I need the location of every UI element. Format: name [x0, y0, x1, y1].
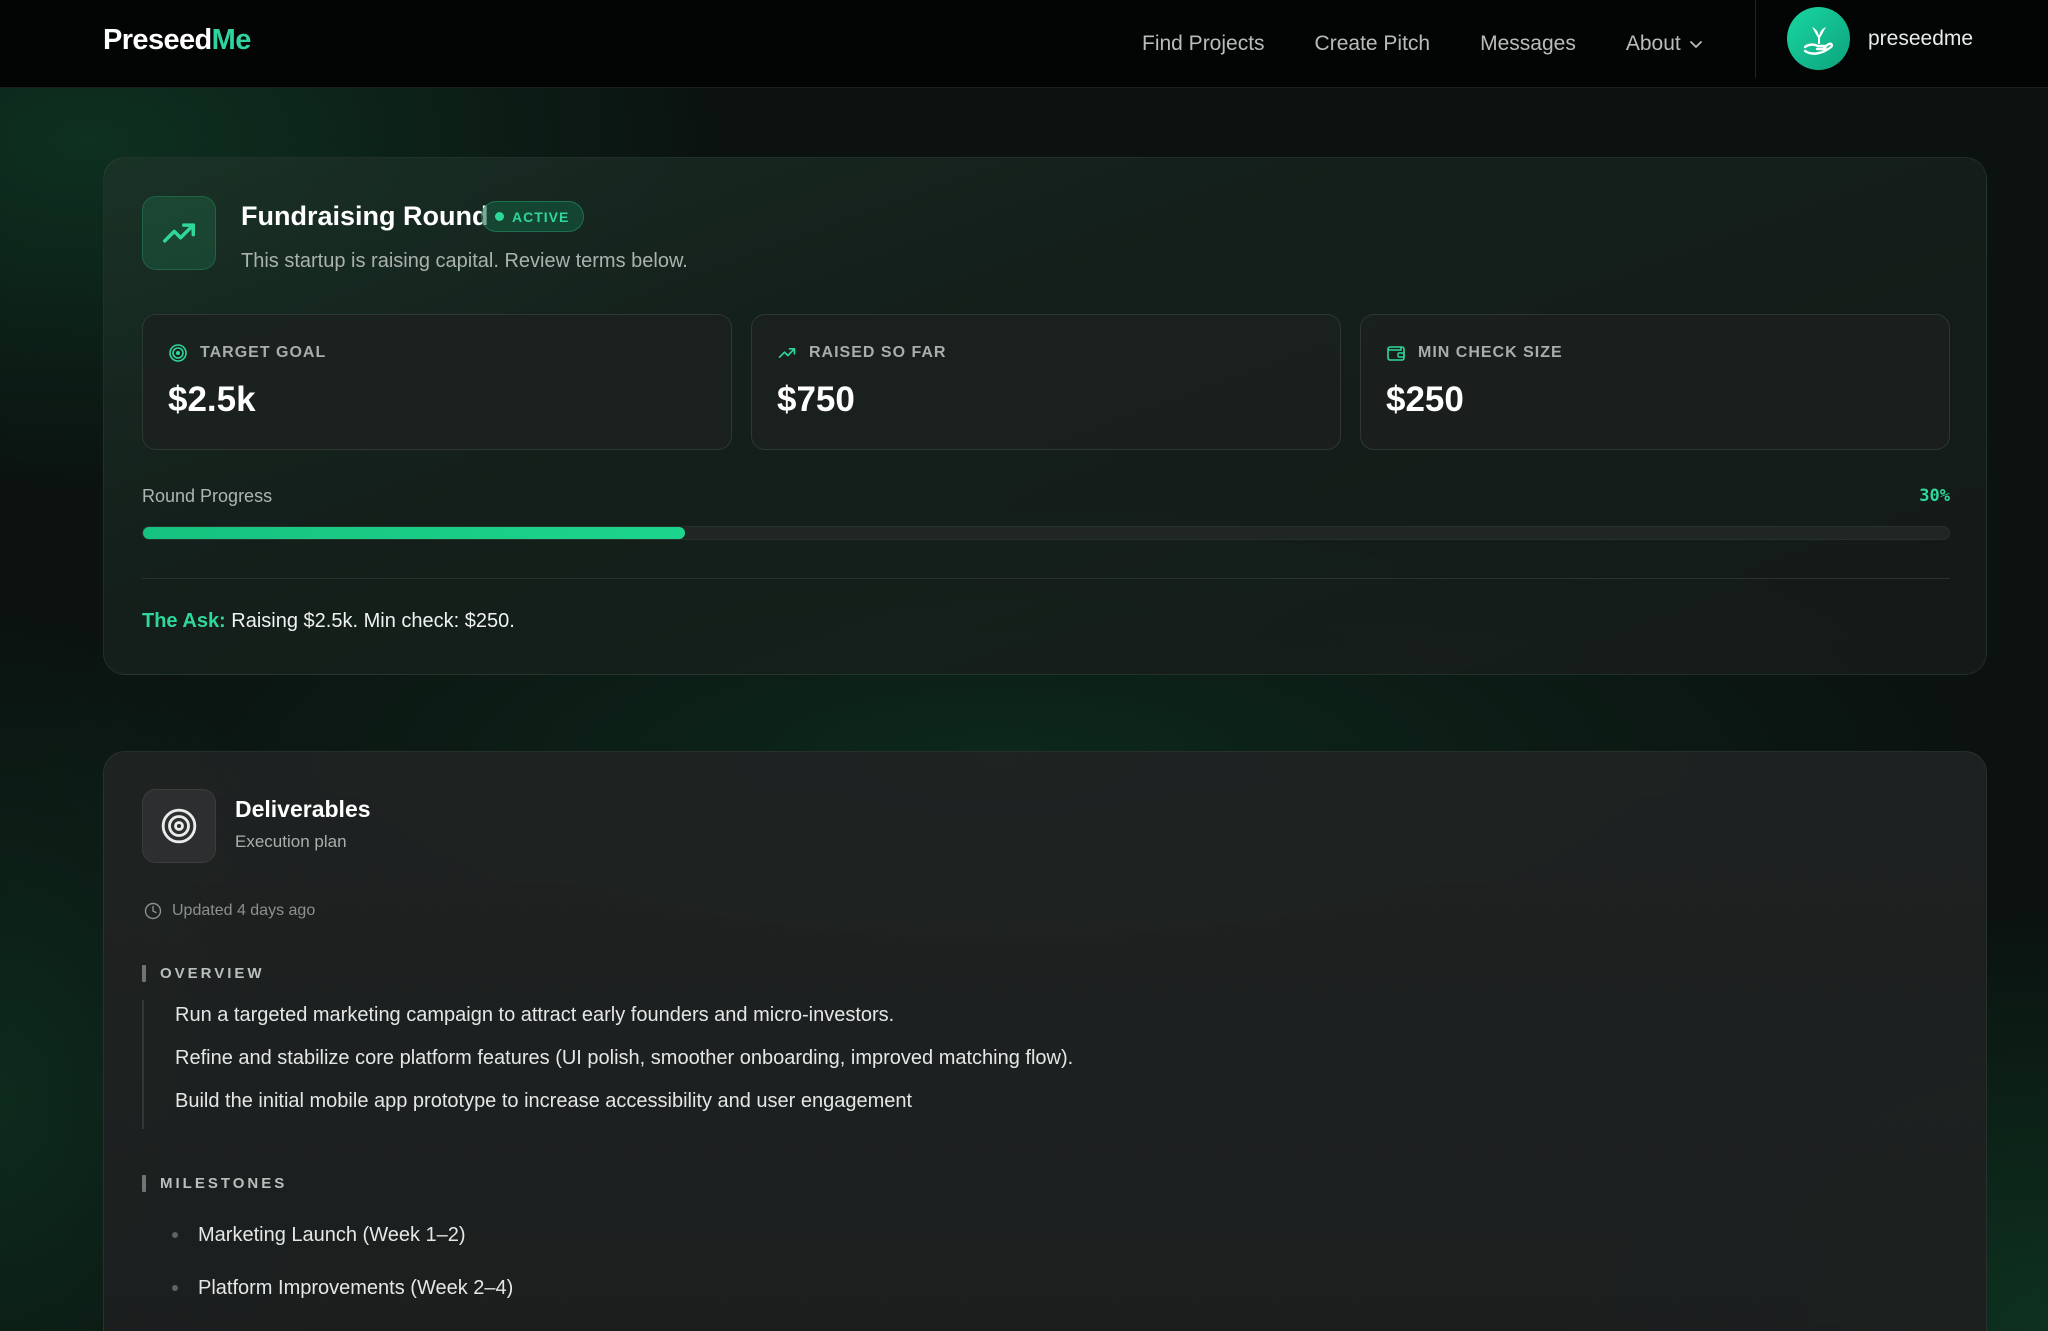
logo-text: Preseed [103, 24, 212, 56]
progress-label: Round Progress [142, 486, 273, 506]
stat-label: TARGET GOAL [200, 344, 327, 361]
nav-find-projects[interactable]: Find Projects [1142, 24, 1265, 64]
heading-bar [142, 1175, 146, 1192]
milestones-heading: MILESTONES [142, 1175, 287, 1192]
list-item: Marketing Launch (Week 1–2) [172, 1220, 513, 1250]
milestones-list: Marketing Launch (Week 1–2) Platform Imp… [172, 1220, 513, 1326]
status-badge-label: ACTIVE [512, 208, 570, 225]
ask-key: The Ask: [142, 610, 226, 632]
stat-raised-so-far: RAISED SO FAR $750 [751, 314, 1341, 450]
updated-timestamp: Updated 4 days ago [144, 902, 315, 920]
top-nav: PreseedMe Find Projects Create Pitch Mes… [0, 0, 2048, 88]
progress-bar [142, 526, 1950, 540]
logo-accent-text: Me [211, 24, 252, 56]
divider [142, 578, 1950, 579]
stat-label-row: TARGET GOAL [168, 343, 326, 363]
deliverables-icon-box [142, 789, 216, 863]
trending-up-icon [163, 223, 195, 243]
deliverables-title: Deliverables [235, 796, 371, 822]
milestone-text: Marketing Launch (Week 1–2) [198, 1224, 466, 1246]
stat-value: $250 [1386, 380, 1464, 419]
seedling-hand-icon [1803, 26, 1833, 55]
heading-bar [142, 965, 146, 982]
chevron-down-icon [1689, 41, 1702, 48]
username[interactable]: preseedme [1868, 20, 1973, 58]
nav-about-label: About [1625, 32, 1681, 55]
ask-text: Raising $2.5k. Min check: $250. [225, 610, 515, 632]
stat-value: $2.5k [168, 380, 256, 419]
list-item: Refine and stabilize core platform featu… [175, 1047, 1074, 1069]
overview-heading: OVERVIEW [142, 965, 265, 982]
stat-min-check-size: MIN CHECK SIZE $250 [1360, 314, 1950, 450]
wallet-icon [1387, 346, 1405, 361]
target-icon [161, 808, 197, 844]
stat-target-goal: TARGET GOAL $2.5k [142, 314, 732, 450]
overview-heading-label: OVERVIEW [160, 965, 265, 982]
milestone-text: Platform Improvements (Week 2–4) [198, 1277, 514, 1299]
bullet [172, 1285, 178, 1291]
deliverables-subtitle: Execution plan [235, 832, 347, 851]
updated-text: Updated 4 days ago [172, 902, 316, 919]
fundraising-title: Fundraising Round [241, 201, 489, 231]
clock-icon [144, 902, 162, 920]
nav-messages[interactable]: Messages [1480, 24, 1576, 64]
nav-links: Find Projects Create Pitch Messages Abou… [1142, 24, 1703, 64]
milestones-heading-label: MILESTONES [160, 1175, 288, 1192]
deliverables-card: Deliverables Execution plan Updated 4 da… [103, 751, 1987, 1331]
list-item: Platform Improvements (Week 2–4) [172, 1273, 513, 1303]
bullet [172, 1232, 178, 1238]
stat-label: RAISED SO FAR [809, 344, 947, 361]
overview-list: Run a targeted marketing campaign to att… [142, 1000, 1073, 1129]
trending-up-icon [778, 348, 796, 358]
logo[interactable]: PreseedMe [103, 20, 251, 60]
list-item: Build the initial mobile app prototype t… [175, 1090, 913, 1112]
stat-label-row: MIN CHECK SIZE [1386, 343, 1563, 363]
nav-create-pitch[interactable]: Create Pitch [1315, 24, 1431, 64]
status-dot [495, 212, 504, 221]
target-icon [169, 344, 187, 362]
stat-label: MIN CHECK SIZE [1418, 344, 1563, 361]
status-badge: ACTIVE [481, 201, 585, 232]
nav-divider [1755, 0, 1756, 78]
progress-percent: 30% [1919, 486, 1950, 506]
nav-about[interactable]: About [1626, 24, 1703, 64]
avatar[interactable] [1787, 7, 1850, 70]
the-ask: The Ask: Raising $2.5k. Min check: $250. [142, 606, 515, 636]
fundraising-card: Fundraising Round ACTIVE This startup is… [103, 157, 1987, 675]
list-item: Run a targeted marketing campaign to att… [175, 1004, 895, 1026]
stat-label-row: RAISED SO FAR [777, 343, 946, 363]
stat-value: $750 [777, 380, 855, 419]
fundraising-icon-box [142, 196, 216, 270]
progress-fill [143, 527, 685, 539]
fundraising-subtitle: This startup is raising capital. Review … [241, 250, 688, 272]
